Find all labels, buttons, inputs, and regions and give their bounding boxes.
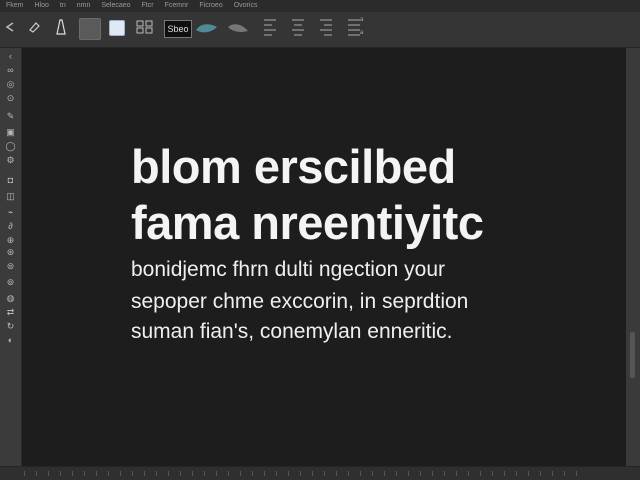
ruler (24, 471, 584, 476)
menu-item-options[interactable]: Ovorics (234, 0, 258, 12)
crop-icon[interactable]: ▣ (5, 128, 16, 137)
brush-tool-icon[interactable] (28, 20, 42, 34)
shape-icon[interactable]: ⊚ (5, 278, 16, 287)
menu-item-tn[interactable]: tn (60, 0, 66, 12)
align-center-icon[interactable] (290, 16, 308, 42)
mask-icon[interactable]: ◐ (5, 336, 16, 345)
align-left-icon[interactable] (262, 16, 280, 42)
menu-item-format[interactable]: Fcemnr (165, 0, 189, 12)
zoom-icon[interactable]: ⊕ (5, 236, 16, 245)
dropper-icon[interactable]: ⌁ (5, 208, 16, 217)
camera-icon[interactable]: ◘ (5, 176, 16, 185)
back-arrow-icon[interactable]: ‹ (5, 52, 16, 61)
body-text-line-1: bonidjemc fhrn dulti ngection your (131, 258, 446, 281)
lasso-icon[interactable]: ∂ (5, 222, 16, 231)
headline-line-2: fama nreentiyitc (131, 196, 484, 249)
link-icon[interactable]: ∞ (5, 66, 16, 75)
vertical-scrollbar[interactable] (626, 48, 640, 466)
toolbar-option-1[interactable]: a (360, 17, 380, 24)
grid-icon[interactable] (135, 18, 155, 36)
body-text-line-3: suman fian's, conemylan enneritic. (131, 320, 453, 343)
menu-item-select[interactable]: Selecaeo (101, 0, 130, 12)
swap-icon[interactable]: ⇄ (5, 308, 16, 317)
fill-color-swatch[interactable] (79, 18, 101, 40)
pattern-icon[interactable]: ◍ (5, 294, 16, 303)
body-text-line-2: sepoper chme exccorin, in seprdtion (131, 290, 469, 313)
text-tool-icon[interactable] (54, 18, 68, 36)
back-icon[interactable] (4, 20, 16, 32)
toolbar-option-2[interactable]: a (360, 30, 380, 37)
scrollbar-thumb[interactable] (630, 332, 635, 378)
menu-item-frame[interactable]: Ficroeo (199, 0, 222, 12)
target-icon[interactable]: ⊙ (5, 94, 16, 103)
stamp-icon[interactable]: ⊜ (5, 262, 16, 271)
menu-item-file[interactable]: Fkem (6, 0, 24, 12)
smudge-tool-icon[interactable] (226, 21, 250, 35)
toolbar: Sbeo a a (0, 12, 640, 48)
circle-icon[interactable]: ◯ (5, 142, 16, 151)
eraser-icon[interactable]: ◫ (5, 192, 16, 201)
menu-item-filter[interactable]: Ftcr (142, 0, 154, 12)
settings-icon[interactable]: ⚙ (5, 156, 16, 165)
headline-line-1: blom erscilbed (131, 140, 456, 193)
rotate-icon[interactable]: ↻ (5, 322, 16, 331)
pen-icon[interactable]: ✎ (5, 112, 16, 121)
tools-panel: ‹ ∞ ◎ ⊙ ✎ ▣ ◯ ⚙ ◘ ◫ ⌁ ∂ ⊕ ⊛ ⊜ ⊚ ◍ ⇄ ↻ ◐ (0, 48, 22, 466)
hand-icon[interactable]: ⊛ (5, 248, 16, 257)
font-preview-button[interactable]: Sbeo (164, 20, 192, 38)
gradient-tool-icon[interactable] (195, 21, 219, 35)
status-bar (0, 466, 640, 480)
layer-thumbnail-icon[interactable] (109, 20, 125, 36)
menu-bar: Fkem Hloo tn nmn Selecaeo Ftcr Fcemnr Fi… (0, 0, 640, 12)
align-right-icon[interactable] (318, 16, 336, 42)
eye-icon[interactable]: ◎ (5, 80, 16, 89)
menu-item-home[interactable]: Hloo (35, 0, 49, 12)
menu-item-nmn[interactable]: nmn (77, 0, 91, 12)
